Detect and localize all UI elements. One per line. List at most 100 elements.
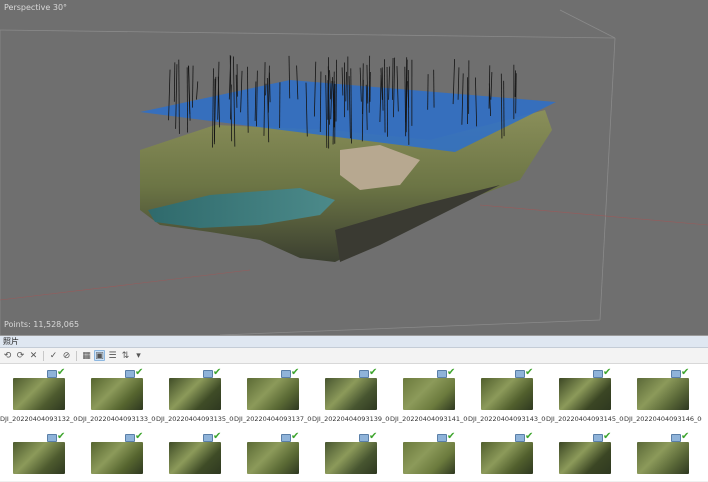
photo-caption: DJI_20220404093135_0004 <box>156 415 234 423</box>
photo-caption: DJI_20220404093139_0006 <box>312 415 390 423</box>
camera-ray <box>179 60 180 134</box>
camera-ray <box>408 70 409 145</box>
camera-ray <box>174 62 175 101</box>
enable-icon[interactable]: ✓ <box>48 350 59 361</box>
aligned-check-icon: ✔ <box>369 431 377 442</box>
photo-caption: DJI_20220404093143_0008 <box>468 415 546 423</box>
camera-icon <box>593 434 603 442</box>
panel-title: 照片 <box>0 336 708 348</box>
remove-icon[interactable]: ✕ <box>28 350 39 361</box>
camera-icon <box>203 434 213 442</box>
photo-caption: DJI_20220404093133_0003 <box>78 415 156 423</box>
aligned-check-icon: ✔ <box>135 367 143 378</box>
camera-icon <box>125 370 135 378</box>
dropdown-icon[interactable]: ▾ <box>133 350 144 361</box>
photo-thumbnail[interactable]: ✔ <box>156 428 234 482</box>
photo-image <box>247 442 299 474</box>
aligned-check-icon: ✔ <box>447 431 455 442</box>
photo-image <box>325 378 377 410</box>
camera-icon <box>437 434 447 442</box>
aligned-check-icon: ✔ <box>369 367 377 378</box>
photo-image <box>247 378 299 410</box>
large-icons-view-icon[interactable]: ▣ <box>94 350 105 361</box>
photo-thumbnail[interactable]: ✔ DJI_20220404093139_0006 <box>312 364 390 424</box>
photo-image <box>91 442 143 474</box>
camera-icon <box>671 434 681 442</box>
photo-thumbnail[interactable]: ✔ <box>390 428 468 482</box>
camera-icon <box>47 370 57 378</box>
toolbar-divider <box>43 351 44 361</box>
aligned-check-icon: ✔ <box>291 367 299 378</box>
aligned-check-icon: ✔ <box>291 431 299 442</box>
details-view-icon[interactable]: ☰ <box>107 350 118 361</box>
model-viewport[interactable]: Perspective 30° Points: 11,528,065 <box>0 0 708 335</box>
photo-image <box>91 378 143 410</box>
photo-thumbnail[interactable]: ✔ <box>78 428 156 482</box>
photo-caption: DJI_20220404093141_0007 <box>390 415 468 423</box>
photo-image <box>169 442 221 474</box>
camera-ray <box>176 64 177 129</box>
photo-thumbnail[interactable]: ✔ DJI_20220404093135_0004 <box>156 364 234 424</box>
photo-thumbnail[interactable]: ✔ DJI_20220404093146_0010 <box>624 364 702 424</box>
aligned-check-icon: ✔ <box>603 431 611 442</box>
photo-caption: DJI_20220404093137_0005 <box>234 415 312 423</box>
photo-image <box>481 378 533 410</box>
photos-panel: 照片 ⟲ ⟳ ✕ ✓ ⊘ ▦ ▣ ☰ ⇅ ▾ ✔DJI_202204040931… <box>0 335 708 481</box>
disable-icon[interactable]: ⊘ <box>61 350 72 361</box>
camera-icon <box>437 370 447 378</box>
photo-image <box>403 442 455 474</box>
photo-thumbnail[interactable]: ✔ DJI_20220404093137_0005 <box>234 364 312 424</box>
photo-thumbnail[interactable]: ✔ <box>234 428 312 482</box>
camera-icon <box>281 434 291 442</box>
photo-thumbnail[interactable]: ✔ DJI_20220404093143_0008 <box>468 364 546 424</box>
camera-icon <box>47 434 57 442</box>
points-count: Points: 11,528,065 <box>4 320 79 329</box>
point-cloud-scene[interactable] <box>0 0 708 335</box>
aligned-check-icon: ✔ <box>213 367 221 378</box>
aligned-check-icon: ✔ <box>603 367 611 378</box>
camera-icon <box>593 370 603 378</box>
photo-thumbnail[interactable]: ✔ <box>624 428 702 482</box>
camera-icon <box>359 370 369 378</box>
aligned-check-icon: ✔ <box>447 367 455 378</box>
aligned-check-icon: ✔ <box>135 431 143 442</box>
rotate-right-icon[interactable]: ⟳ <box>15 350 26 361</box>
camera-icon <box>281 370 291 378</box>
photo-image <box>169 378 221 410</box>
aligned-check-icon: ✔ <box>57 367 65 378</box>
photo-thumbnail[interactable]: ✔ <box>468 428 546 482</box>
photo-thumbnail[interactable]: ✔ <box>312 428 390 482</box>
photo-image <box>637 378 689 410</box>
photo-image <box>13 442 65 474</box>
photo-image <box>559 378 611 410</box>
photo-image <box>559 442 611 474</box>
toolbar-divider <box>76 351 77 361</box>
photo-thumbnail[interactable]: ✔ <box>546 428 624 482</box>
camera-icon <box>125 434 135 442</box>
photos-toolbar: ⟲ ⟳ ✕ ✓ ⊘ ▦ ▣ ☰ ⇅ ▾ <box>0 348 708 364</box>
photo-thumbnail[interactable]: ✔ DJI_20220404093133_0003 <box>78 364 156 424</box>
photo-caption: DJI_20220404093146_0010 <box>624 415 702 423</box>
photo-caption: DJI_20220404093132_0002 <box>0 415 78 423</box>
photo-image <box>403 378 455 410</box>
photo-thumbnail[interactable]: ✔ DJI_20220404093141_0007 <box>390 364 468 424</box>
sort-icon[interactable]: ⇅ <box>120 350 131 361</box>
camera-icon <box>359 434 369 442</box>
photo-caption: DJI_20220404093145_0009 <box>546 415 624 423</box>
photo-image <box>637 442 689 474</box>
camera-ray <box>196 81 197 99</box>
photo-image <box>325 442 377 474</box>
thumbnails-view-icon[interactable]: ▦ <box>81 350 92 361</box>
viewport-title: Perspective 30° <box>4 3 67 12</box>
camera-icon <box>671 370 681 378</box>
aligned-check-icon: ✔ <box>525 367 533 378</box>
photo-thumbnail[interactable]: ✔ DJI_20220404093132_0002 <box>0 364 78 424</box>
photo-thumbnail[interactable]: ✔ <box>0 428 78 482</box>
camera-icon <box>515 434 525 442</box>
aligned-check-icon: ✔ <box>525 431 533 442</box>
aligned-check-icon: ✔ <box>681 367 689 378</box>
camera-ray <box>491 72 492 100</box>
photo-thumbnail[interactable]: ✔ DJI_20220404093145_0009 <box>546 364 624 424</box>
rotate-left-icon[interactable]: ⟲ <box>2 350 13 361</box>
photo-image <box>13 378 65 410</box>
